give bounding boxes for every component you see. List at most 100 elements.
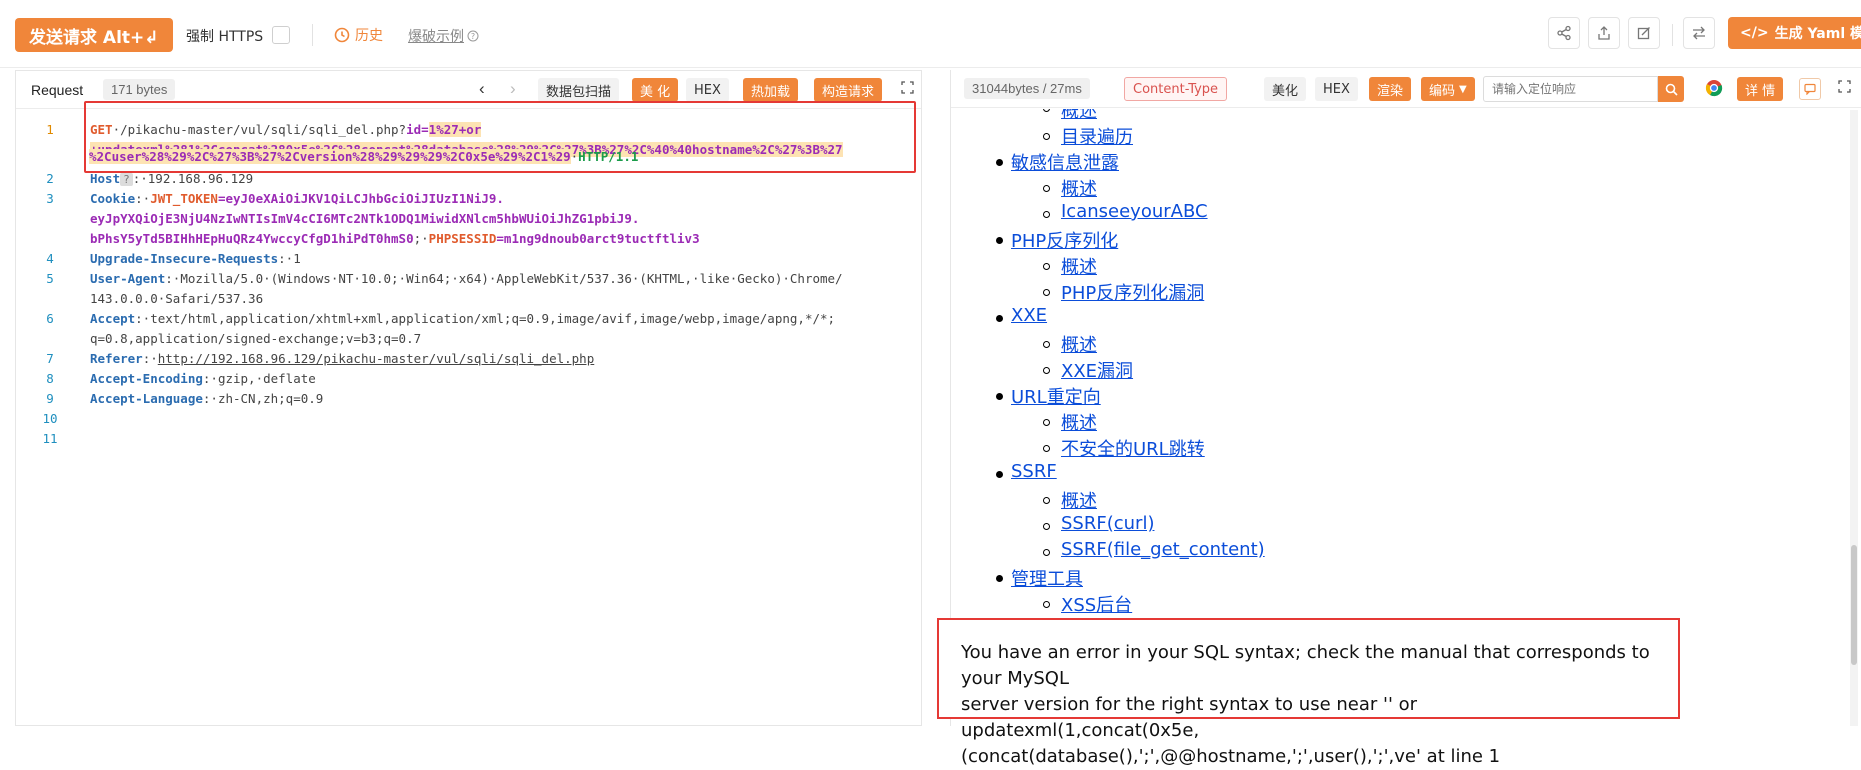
header-value: :·text/html,application/xhtml+xml,applic… — [135, 311, 836, 326]
request-editor[interactable]: 1 2 3 4 5 6 7 8 9 10 11 GET·/pikachu-mas… — [16, 110, 921, 726]
edit-icon[interactable] — [1628, 17, 1660, 49]
chevron-down-icon: ▼ — [1459, 83, 1467, 95]
details-label: 详 情 — [1745, 83, 1776, 99]
response-scrollbar-thumb[interactable] — [1851, 545, 1857, 665]
details-button[interactable]: 详 情 — [1737, 77, 1784, 101]
header-key: Cookie — [90, 191, 136, 206]
response-hex-label: HEX — [1323, 81, 1350, 97]
list-bullet — [1043, 497, 1050, 504]
list-item-link[interactable]: 概述 — [1061, 331, 1097, 357]
header-value: :·zh-CN,zh;q=0.9 — [202, 391, 324, 406]
list-item-link[interactable]: 不安全的URL跳转 — [1061, 435, 1205, 461]
force-https-checkbox[interactable] — [272, 26, 290, 44]
list-item-link[interactable]: 概述 — [1061, 253, 1097, 279]
line-number: 1 — [46, 122, 54, 137]
export-icon[interactable] — [1588, 17, 1620, 49]
list-item-link[interactable]: 概述 — [1061, 175, 1097, 201]
help-icon[interactable]: ? — [120, 173, 133, 186]
burst-example-label: 爆破示例 — [408, 29, 464, 45]
list-item-link[interactable]: SSRF(file_get_content) — [1061, 539, 1265, 560]
referer-url[interactable]: http://192.168.96.129/pikachu-master/vul… — [158, 351, 595, 366]
content-type-button[interactable]: Content-Type — [1124, 77, 1228, 101]
list-bullet — [1043, 419, 1050, 426]
list-item-link[interactable]: 概述 — [1061, 487, 1097, 513]
list-item-link[interactable]: IcanseeyourABC — [1061, 201, 1208, 222]
line-number: 7 — [46, 351, 54, 366]
history-button[interactable]: 历史 — [334, 25, 383, 45]
header-value: :·192.168.96.129 — [132, 171, 254, 186]
list-item-link[interactable]: XXE — [1011, 305, 1047, 326]
list-bullet — [996, 471, 1003, 478]
list-bullet — [1043, 109, 1050, 112]
hot-load-button[interactable]: 热加载 — [743, 78, 799, 102]
render-label: 渲染 — [1377, 83, 1404, 99]
hex-label: HEX — [694, 82, 721, 98]
sql-error-line: You have an error in your SQL syntax; ch… — [961, 642, 1650, 689]
share-icon[interactable] — [1548, 17, 1580, 49]
sql-error-message: You have an error in your SQL syntax; ch… — [937, 618, 1680, 767]
accept-header-wrap: q=0.8,application/signed-exchange;v=b3;q… — [90, 331, 421, 346]
response-toolbar: 31044bytes / 27ms Content-Type 美化 HEX 渲染… — [951, 70, 1861, 108]
list-item-link[interactable]: PHP反序列化 — [1011, 227, 1118, 253]
render-button[interactable]: 渲染 — [1369, 77, 1412, 101]
history-label: 历史 — [355, 28, 383, 44]
list-bullet — [1043, 185, 1050, 192]
expand-icon[interactable] — [901, 81, 914, 97]
line-number: 8 — [46, 371, 54, 386]
expand-icon[interactable] — [1838, 80, 1851, 96]
list-item-link[interactable]: SSRF — [1011, 461, 1057, 482]
list-item-link[interactable]: 概述 — [1061, 409, 1097, 435]
encoding-select[interactable]: 编码 ▼ — [1421, 77, 1475, 101]
top-toolbar: 发送请求 Alt+↲ 强制 HTTPS 历史 爆破示例 ? </> 生成 Yam… — [0, 0, 1861, 68]
line-number: 6 — [46, 311, 54, 326]
list-bullet — [1043, 523, 1050, 530]
cookie-value: bPhsY5yTd5BIHhHEpHuQRz4YwccyCfgD1hiPdT0h… — [90, 231, 414, 246]
chevron-left-icon[interactable]: ‹ — [479, 79, 485, 99]
sql-error-line: server version for the right syntax to u… — [961, 694, 1418, 741]
header-key: Accept-Language — [90, 391, 203, 406]
response-hex-button[interactable]: HEX — [1315, 77, 1358, 101]
packet-scan-button[interactable]: 数据包扫描 — [538, 78, 620, 102]
hot-load-label: 热加载 — [751, 84, 791, 100]
list-item-link[interactable]: PHP反序列化漏洞 — [1061, 279, 1204, 305]
header-key: Upgrade-Insecure-Requests — [90, 251, 279, 266]
cookie-header-wrap: bPhsY5yTd5BIHhHEpHuQRz4YwccyCfgD1hiPdT0h… — [90, 231, 700, 246]
request-title: Request — [31, 82, 84, 98]
sql-error-line: (concat(database(),';',@@hostname,';',us… — [961, 746, 1501, 767]
chevron-right-icon[interactable]: › — [510, 79, 516, 99]
list-item-link[interactable]: URL重定向 — [1011, 383, 1101, 409]
encoding-label: 编码 — [1429, 83, 1456, 99]
list-item-link[interactable]: 目录遍历 — [1061, 123, 1133, 149]
packet-scan-label: 数据包扫描 — [546, 84, 612, 100]
list-item-link[interactable]: 敏感信息泄露 — [1011, 149, 1119, 175]
list-item-link[interactable]: 概述 — [1061, 109, 1097, 123]
list-bullet — [1043, 289, 1050, 296]
burst-example-link[interactable]: 爆破示例 ? — [408, 26, 479, 46]
header-value: 143.0.0.0·Safari/537.36 — [90, 291, 264, 306]
chrome-icon[interactable] — [1705, 79, 1723, 102]
generate-yaml-button[interactable]: </> 生成 Yaml 模板 — [1728, 17, 1861, 49]
user-agent-header-wrap: 143.0.0.0·Safari/537.36 — [90, 291, 263, 306]
construct-request-button[interactable]: 构造请求 — [814, 78, 883, 102]
list-bullet — [1043, 211, 1050, 218]
clock-icon — [334, 27, 350, 43]
header-value: q=0.8,application/signed-exchange;v=b3;q… — [90, 331, 422, 346]
send-request-button[interactable]: 发送请求 Alt+↲ — [15, 18, 173, 52]
list-item-link[interactable]: XSS后台 — [1061, 591, 1132, 617]
hex-button[interactable]: HEX — [686, 78, 729, 102]
host-header: Host?:·192.168.96.129 — [90, 171, 253, 186]
line-number: 10 — [42, 411, 58, 426]
list-item-link[interactable]: 管理工具 — [1011, 565, 1083, 591]
swap-icon[interactable] — [1683, 17, 1715, 49]
list-item-link[interactable]: XXE漏洞 — [1061, 357, 1133, 383]
comment-icon[interactable] — [1799, 78, 1821, 100]
list-bullet — [1043, 341, 1050, 348]
construct-request-label: 构造请求 — [822, 84, 875, 100]
search-icon[interactable] — [1658, 76, 1684, 102]
response-beautify-button[interactable]: 美化 — [1264, 77, 1307, 101]
locate-response-input[interactable] — [1483, 76, 1658, 102]
cookie-name: JWT_TOKEN — [150, 191, 218, 206]
list-bullet — [996, 237, 1003, 244]
list-item-link[interactable]: SSRF(curl) — [1061, 513, 1154, 534]
beautify-button[interactable]: 美 化 — [632, 78, 679, 102]
